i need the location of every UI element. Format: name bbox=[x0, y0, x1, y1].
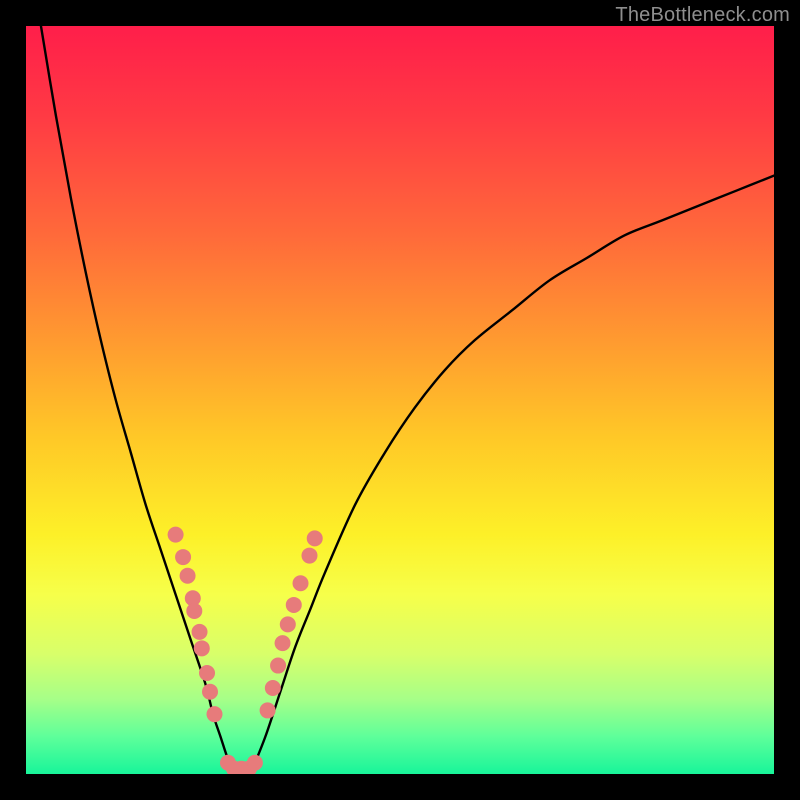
highlight-marker bbox=[199, 665, 215, 681]
highlight-marker bbox=[293, 575, 309, 591]
highlight-marker bbox=[307, 530, 323, 546]
highlight-marker bbox=[260, 702, 276, 718]
curve-overlay bbox=[26, 26, 774, 774]
chart-frame: TheBottleneck.com bbox=[0, 0, 800, 800]
plot-area bbox=[26, 26, 774, 774]
highlight-marker bbox=[247, 755, 263, 771]
highlight-marker bbox=[275, 635, 291, 651]
highlight-marker bbox=[301, 548, 317, 564]
highlight-marker bbox=[168, 527, 184, 543]
highlight-marker bbox=[270, 658, 286, 674]
highlight-marker bbox=[180, 568, 196, 584]
highlight-marker bbox=[207, 706, 223, 722]
v-curve bbox=[41, 26, 774, 774]
highlight-marker bbox=[202, 684, 218, 700]
highlight-marker bbox=[286, 597, 302, 613]
highlight-marker bbox=[192, 624, 208, 640]
highlight-marker bbox=[194, 640, 210, 656]
highlight-marker bbox=[175, 549, 191, 565]
highlight-marker bbox=[186, 603, 202, 619]
watermark-text: TheBottleneck.com bbox=[615, 4, 790, 27]
highlight-marker bbox=[280, 616, 296, 632]
highlight-marker bbox=[265, 680, 281, 696]
